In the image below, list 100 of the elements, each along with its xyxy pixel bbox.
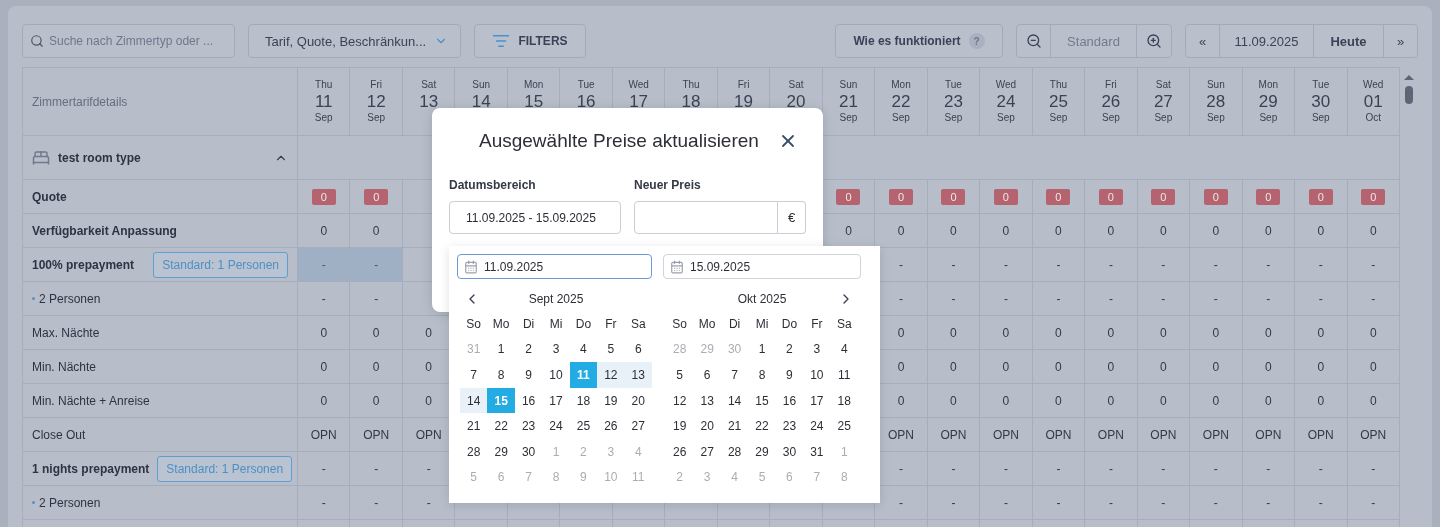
calendar-day[interactable]: 13 [624, 362, 652, 388]
calendar-day[interactable]: 14 [720, 387, 749, 414]
calendar-day[interactable]: 12 [597, 362, 625, 388]
calendar-day[interactable]: 1 [748, 336, 776, 363]
calendar-day[interactable]: 13 [693, 387, 721, 414]
calendar-day[interactable]: 29 [487, 438, 515, 465]
calendar-day[interactable]: 8 [748, 362, 776, 388]
calendar-day[interactable]: 27 [693, 438, 721, 465]
calendar-day[interactable]: 22 [487, 413, 515, 439]
calendar-day[interactable]: 18 [569, 387, 598, 414]
date-button[interactable]: 11.09.2025 [1220, 25, 1314, 57]
calendar-day[interactable]: 7 [720, 362, 749, 388]
calendar-day[interactable]: 10 [542, 362, 570, 388]
calendar-day[interactable]: 1 [487, 336, 515, 363]
calendar-day[interactable]: 23 [514, 413, 543, 439]
today-button[interactable]: Heute [1314, 25, 1384, 57]
table-cell: 0 [1190, 214, 1243, 248]
day-number: 25 [1048, 93, 1068, 110]
calendar-day[interactable]: 11 [830, 362, 858, 388]
table-cell: 0 [1242, 316, 1296, 350]
table-cell: - [1032, 282, 1086, 316]
calendar-day[interactable]: 22 [748, 413, 776, 439]
calendar-day[interactable]: 5 [666, 362, 694, 388]
day-number: 29 [1258, 93, 1278, 110]
weekday-label: So [671, 315, 689, 333]
calendar-day[interactable]: 28 [460, 438, 488, 465]
calendar-day[interactable]: 4 [830, 336, 858, 363]
calendar-day[interactable]: 10 [803, 362, 831, 388]
calendar-day[interactable]: 25 [569, 413, 598, 439]
table-cell: 0 [1295, 384, 1348, 418]
calendar-day[interactable]: 27 [624, 413, 652, 439]
calendar-day[interactable]: 3 [803, 336, 831, 363]
month-label: Sep [367, 113, 386, 123]
calendar-day[interactable]: 26 [597, 413, 625, 439]
calendar-day[interactable]: 28 [720, 438, 749, 465]
next-button[interactable]: » [1384, 25, 1417, 57]
calendar-day[interactable]: 18 [830, 387, 858, 414]
end-date-field[interactable]: 15.09.2025 [663, 254, 861, 279]
table-cell: - [1137, 282, 1191, 316]
weekday-label: Mon [1258, 80, 1279, 90]
month-label: Sep [1311, 113, 1330, 123]
table-cell: - [927, 452, 981, 486]
calendar-day[interactable]: 24 [803, 413, 831, 439]
calendar-day[interactable]: 20 [693, 413, 721, 439]
day-number: 15 [524, 93, 544, 110]
day-number: 13 [419, 93, 439, 110]
weekday-label: Mo [697, 315, 717, 333]
start-date-field[interactable]: 11.09.2025 [457, 254, 652, 279]
calendar-day[interactable]: 16 [514, 387, 543, 414]
calendar-day[interactable]: 4 [569, 336, 598, 363]
table-cell: OPN [1190, 418, 1243, 452]
calendar-day[interactable]: 8 [487, 362, 515, 388]
calendar-day[interactable]: 16 [775, 387, 804, 414]
calendar-day[interactable]: 2 [775, 336, 804, 363]
table-cell: - [980, 486, 1033, 520]
calendar-day[interactable]: 26 [666, 438, 694, 465]
table-cell: OPN [298, 418, 351, 452]
month-label: Sep [1101, 113, 1120, 123]
table-cell: - [1137, 486, 1191, 520]
help-button[interactable]: Wie es funktioniert ? [835, 24, 1003, 58]
calendar-day[interactable]: 23 [775, 413, 804, 439]
calendar-day[interactable]: 5 [597, 336, 625, 363]
calendar-day[interactable]: 12 [666, 387, 694, 414]
table-cell: - [298, 282, 351, 316]
calendar-day[interactable]: 19 [597, 387, 625, 414]
calendar-day[interactable]: 31 [803, 438, 831, 465]
calendar-day[interactable]: 20 [624, 387, 652, 414]
table-cell: OPN [980, 418, 1033, 452]
calendar-day[interactable]: 3 [542, 336, 570, 363]
date-range-field[interactable]: 11.09.2025 - 15.09.2025 [449, 201, 621, 234]
calendar-day[interactable]: 14 [460, 387, 488, 414]
calendar-day[interactable]: 9 [775, 362, 804, 388]
calendar-day[interactable]: 2 [514, 336, 543, 363]
view-dropdown[interactable]: Tarif, Quote, Beschränkun... [248, 24, 461, 58]
table-cell: 0 [1190, 316, 1243, 350]
calendar-day[interactable]: 24 [542, 413, 570, 439]
price-field[interactable] [634, 201, 778, 234]
calendar-day[interactable]: 30 [514, 438, 543, 465]
calendar-day[interactable]: 9 [514, 362, 543, 388]
calendar-day[interactable]: 6 [624, 336, 652, 363]
weekday-label: Tue [1312, 80, 1330, 90]
calendar-day[interactable]: 29 [748, 438, 776, 465]
calendar-day[interactable]: 21 [460, 413, 488, 439]
calendar-day[interactable]: 19 [666, 413, 694, 439]
previous-button[interactable]: « [1186, 25, 1220, 57]
calendar-day[interactable]: 17 [803, 387, 831, 414]
calendar-day[interactable]: 6 [693, 362, 721, 388]
weekday-label: Thu [1049, 80, 1067, 90]
filters-button[interactable]: FILTERS [474, 24, 586, 58]
calendar-day[interactable]: 21 [720, 413, 749, 439]
calendar-day[interactable]: 30 [775, 438, 804, 465]
calendar-day[interactable]: 7 [460, 362, 488, 388]
search-field[interactable]: Suche nach Zimmertyp oder ... [22, 24, 235, 58]
calendar-day[interactable]: 15 [748, 387, 776, 414]
table-cell: - [1032, 248, 1086, 282]
calendar-day[interactable]: 17 [542, 387, 570, 414]
table-cell: - [927, 486, 981, 520]
table-cell: - [298, 486, 351, 520]
calendar-day[interactable]: 25 [830, 413, 858, 439]
quota-badge: 0 [836, 188, 861, 205]
